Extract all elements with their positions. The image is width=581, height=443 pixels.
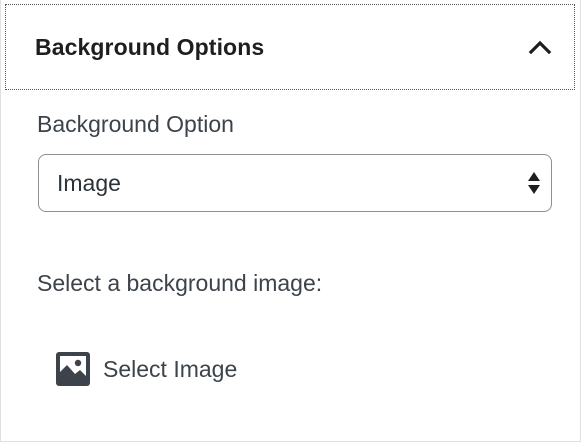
- background-image-label: Select a background image:: [37, 270, 323, 296]
- background-option-value: Image: [57, 169, 121, 196]
- select-image-button[interactable]: Select Image: [53, 349, 237, 389]
- panel-title: Background Options: [35, 33, 265, 60]
- background-option-label: Background Option: [37, 111, 234, 137]
- image-icon: [53, 349, 93, 389]
- background-options-panel: Background Options Background Option Ima…: [0, 0, 581, 442]
- select-image-label: Select Image: [103, 355, 238, 382]
- panel-header-toggle[interactable]: Background Options: [5, 4, 575, 90]
- select-arrows-icon: [527, 170, 541, 196]
- chevron-up-icon[interactable]: [528, 35, 552, 59]
- background-option-select[interactable]: Image: [38, 154, 552, 212]
